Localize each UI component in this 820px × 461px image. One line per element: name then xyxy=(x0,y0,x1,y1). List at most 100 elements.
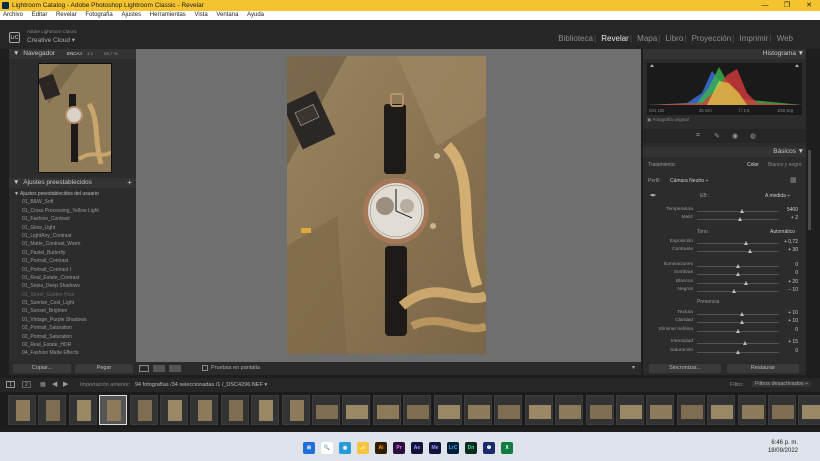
slider-row[interactable]: Exposición + 0,72 xyxy=(647,239,802,247)
preset-item[interactable]: 01_Vintage_Purple Shadows xyxy=(14,316,132,324)
filmstrip-thumbnail[interactable] xyxy=(768,395,796,425)
before-after-icon[interactable] xyxy=(169,365,181,372)
profile-browser-icon[interactable]: ▦ xyxy=(790,176,797,184)
taskbar-clock[interactable]: 6:46 p. m. 18/09/2022 xyxy=(768,439,798,455)
grid-view-icon[interactable]: ▦ xyxy=(40,381,46,388)
slider-handle[interactable] xyxy=(736,329,740,333)
page-2-button[interactable]: 2 xyxy=(22,381,31,388)
filmstrip-thumbnail[interactable] xyxy=(8,395,36,425)
menu-fotografia[interactable]: Fotografía xyxy=(85,12,112,18)
filmstrip-thumbnail[interactable] xyxy=(707,395,736,425)
filmstrip-thumbnail[interactable] xyxy=(129,395,158,425)
slider-row[interactable]: Blancos + 20 xyxy=(647,279,802,287)
slider-row[interactable]: Sombras 0 xyxy=(647,270,802,278)
add-preset-icon[interactable]: + xyxy=(127,178,132,188)
filmstrip-thumbnail[interactable] xyxy=(585,395,614,425)
slider-track[interactable] xyxy=(697,291,779,292)
filmstrip-thumbnail[interactable] xyxy=(251,395,280,425)
slider-track[interactable] xyxy=(697,314,779,315)
preset-item[interactable]: 01_Cross Processing_Yellow Light xyxy=(14,207,132,215)
slider-handle[interactable] xyxy=(740,209,745,213)
loupe-view-icon[interactable] xyxy=(139,365,149,372)
menu-ajustes[interactable]: Ajustes xyxy=(121,12,141,18)
preset-item[interactable]: 01_Street_Golden Hour xyxy=(14,291,132,299)
taskbar-app-icon[interactable]: Pr xyxy=(393,442,405,454)
slider-handle[interactable] xyxy=(742,341,747,345)
preset-item[interactable]: 01_Sepia_Deep Shadows xyxy=(14,282,132,290)
back-arrow-icon[interactable]: ◀ xyxy=(52,380,57,388)
filmstrip-thumbnail[interactable] xyxy=(524,395,553,425)
maximize-button[interactable]: ❐ xyxy=(776,0,798,11)
menu-archivo[interactable]: Archivo xyxy=(3,12,23,18)
preset-item[interactable]: 01_Fashion_Contrast xyxy=(14,215,132,223)
zoom-percent[interactable]: 66,7 % xyxy=(104,49,118,59)
filmstrip-thumbnail[interactable] xyxy=(38,395,67,425)
slider-handle[interactable] xyxy=(748,249,753,253)
mask-tool-icon[interactable]: ◍ xyxy=(750,132,756,140)
filmstrip-thumbnail[interactable] xyxy=(281,395,310,425)
slider-row[interactable]: Matiz + 2 xyxy=(647,215,802,223)
red-eye-icon[interactable]: ◉ xyxy=(732,132,738,140)
filmstrip-thumbnail[interactable] xyxy=(160,395,188,425)
sync-button[interactable]: Sincronizar... xyxy=(649,364,721,373)
taskbar-app-icon[interactable]: 📁 xyxy=(357,442,369,454)
taskbar-app-icon[interactable]: X xyxy=(501,442,513,454)
soft-proof-checkbox[interactable] xyxy=(202,365,208,371)
preset-item[interactable]: 01_Portrait_Contrast I xyxy=(14,266,132,274)
creative-cloud-menu[interactable]: Creative Cloud ▾ xyxy=(27,36,75,44)
filmstrip-thumbnail[interactable] xyxy=(494,395,523,425)
preset-item[interactable]: 01_Sunrise_Cool_Light xyxy=(14,299,132,307)
minimize-button[interactable]: — xyxy=(754,0,776,11)
taskbar-app-icon[interactable]: LrC xyxy=(447,442,459,454)
preset-item[interactable]: 01_Real_Estate_Contrast xyxy=(14,274,132,282)
slider-value[interactable]: 0 xyxy=(795,348,798,354)
slider-track[interactable] xyxy=(697,283,779,284)
module-biblioteca[interactable]: Biblioteca xyxy=(558,34,593,43)
filmstrip-thumbnail[interactable] xyxy=(464,395,492,425)
toolbar-menu-icon[interactable]: ▾ xyxy=(632,364,635,371)
filmstrip-thumbnail[interactable] xyxy=(99,395,128,425)
filmstrip-thumbnail[interactable] xyxy=(676,395,705,425)
slider-row[interactable]: Negros − 10 xyxy=(647,287,802,295)
taskbar-app-icon[interactable]: ◉ xyxy=(339,442,351,454)
module-libro[interactable]: Libro xyxy=(665,34,683,43)
auto-tone-button[interactable]: Automático xyxy=(770,229,795,235)
preset-item[interactable]: 01_Portrait_Contrast xyxy=(14,257,132,265)
module-mapa[interactable]: Mapa xyxy=(637,34,657,43)
slider-track[interactable] xyxy=(697,243,779,244)
selection-info[interactable]: 94 fotografías /34 seleccionadas /1 /_DS… xyxy=(135,382,267,388)
slider-value[interactable]: − 10 xyxy=(788,287,798,293)
module-web[interactable]: Web xyxy=(777,34,793,43)
spot-removal-icon[interactable]: ✎ xyxy=(714,132,720,140)
filmstrip-thumbnail[interactable] xyxy=(403,395,432,425)
preset-item[interactable]: 01_Matte_Contrast_Warm xyxy=(14,240,132,248)
slider-row[interactable]: Eliminar neblina 0 xyxy=(647,327,802,335)
filmstrip-thumbnail[interactable] xyxy=(555,395,584,425)
filmstrip-thumbnail[interactable] xyxy=(372,395,401,425)
slider-track[interactable] xyxy=(697,322,779,323)
menu-editar[interactable]: Editar xyxy=(32,12,48,18)
menu-ayuda[interactable]: Ayuda xyxy=(247,12,264,18)
profile-dropdown[interactable]: Cámara Neutro ÷ xyxy=(670,178,708,184)
slider-value[interactable]: + 10 xyxy=(788,310,798,316)
reset-button[interactable]: Restaurar xyxy=(727,364,799,373)
filmstrip-thumbnail[interactable] xyxy=(220,395,249,425)
slider-value[interactable]: + 10 xyxy=(788,318,798,324)
filmstrip-thumbnail[interactable] xyxy=(190,395,219,425)
treatment-bw[interactable]: Blanco y negro xyxy=(768,162,801,168)
preset-item[interactable]: 01_LightAiry_Contrast xyxy=(14,232,132,240)
slider-row[interactable]: Saturación 0 xyxy=(647,348,802,356)
preset-item[interactable]: 04_Fashion Matte Effects xyxy=(14,349,132,357)
menu-ventana[interactable]: Ventana xyxy=(216,12,238,18)
module-revelar[interactable]: Revelar xyxy=(601,34,629,43)
preset-item[interactable]: 01_Pastel_Butterfly xyxy=(14,249,132,257)
menu-herramientas[interactable]: Herramientas xyxy=(150,12,186,18)
slider-handle[interactable] xyxy=(744,281,749,285)
treatment-color[interactable]: Color xyxy=(747,162,759,168)
slider-row[interactable]: Claridad + 10 xyxy=(647,318,802,326)
slider-handle[interactable] xyxy=(740,312,745,316)
slider-handle[interactable] xyxy=(736,350,740,354)
histogram-header[interactable]: Histograma ▼ xyxy=(643,49,806,59)
filmstrip-thumbnail[interactable] xyxy=(798,395,820,425)
crop-tool-icon[interactable]: ⌗ xyxy=(696,132,700,140)
